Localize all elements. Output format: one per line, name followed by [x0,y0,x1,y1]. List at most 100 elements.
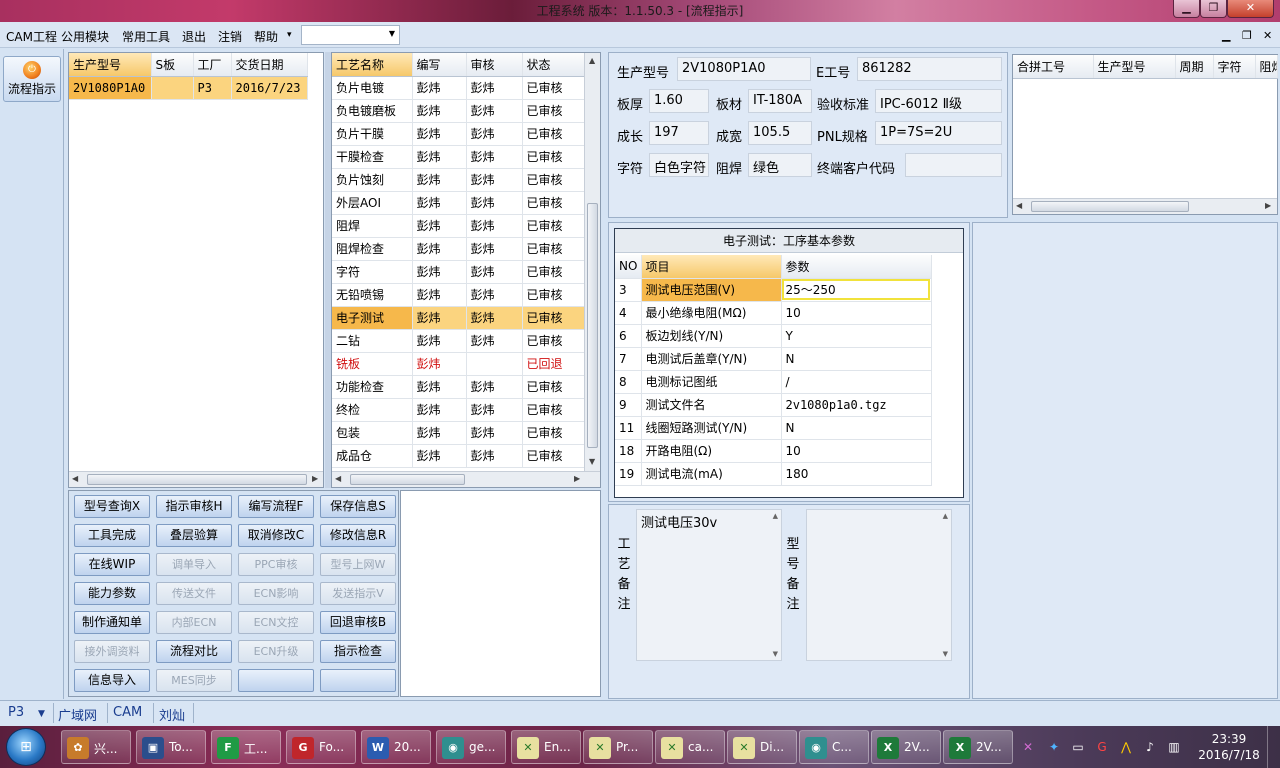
cell-item[interactable]: 最小绝缘电阻(MΩ) [641,301,782,325]
scroll-up-icon[interactable]: ▲ [589,56,595,65]
cell-no[interactable]: 4 [615,301,642,325]
cell-writer[interactable]: 彭炜 [412,421,467,445]
cell-item[interactable]: 测试电压范围(V) [641,278,782,302]
start-button[interactable]: ⊞ [6,728,46,766]
process-remark-textarea[interactable]: 测试电压30v ▲ ▼ [636,509,782,661]
table-row[interactable]: 4 最小绝缘电阻(MΩ) 10 [615,301,932,325]
cell-process[interactable]: 负片干膜 [332,122,413,146]
cell-value[interactable]: 10 [781,439,932,463]
instruction-check-button[interactable]: 指示检查 [320,640,396,663]
cell-process[interactable]: 终检 [332,398,413,422]
scroll-thumb[interactable] [350,474,465,485]
cell-reviewer[interactable]: 彭炜 [466,237,523,261]
table-row[interactable]: 18 开路电阻(Ω) 10 [615,439,932,463]
scroll-right-icon[interactable]: ▶ [574,474,580,483]
cell-status[interactable]: 已审核 [522,444,585,468]
col-header-writer[interactable]: 编写 [412,53,467,77]
scroll-thumb[interactable] [587,203,598,448]
col-header-model[interactable]: 生产型号 [1093,55,1176,79]
cell-value[interactable]: 180 [781,462,932,486]
cell-writer[interactable]: 彭炜 [412,306,467,330]
table-row-rejected[interactable]: 铣板 彭炜 已回退 [332,352,585,376]
col-header-process[interactable]: 工艺名称 [332,53,413,77]
network-icon[interactable]: ▥ [1166,739,1182,755]
process-grid-hscroll[interactable]: ◀ ▶ [332,471,600,487]
table-row[interactable]: 2V1080P1A0 P3 2016/7/23 [69,76,308,100]
cell-reviewer[interactable]: 彭炜 [466,306,523,330]
cell-item[interactable]: 开路电阻(Ω) [641,439,782,463]
task-button[interactable]: X 2V... [871,730,941,764]
table-row[interactable]: 8 电测标记图纸 / [615,370,932,394]
table-row[interactable]: 无铅喷锡 彭炜 彭炜 已审核 [332,283,585,307]
mdi-minimize-icon[interactable]: ▁ [1222,29,1230,42]
menu-common-module[interactable]: 公用模块 [61,28,109,45]
table-row[interactable]: 负片蚀刻 彭炜 彭炜 已审核 [332,168,585,192]
cell-process[interactable]: 铣板 [332,352,413,376]
cell-reviewer[interactable]: 彭炜 [466,76,523,100]
table-row[interactable]: 9 测试文件名 2v1080p1a0.tgz [615,393,932,417]
cell-reviewer[interactable]: 彭炜 [466,99,523,123]
cell-no[interactable]: 8 [615,370,642,394]
merge-grid-hscroll[interactable]: ◀ ▶ [1013,198,1277,214]
cell-status[interactable]: 已审核 [522,122,585,146]
cell-writer[interactable]: 彭炜 [412,214,467,238]
cell-writer[interactable]: 彭炜 [412,352,467,376]
scroll-down-icon[interactable]: ▼ [773,650,778,658]
col-header-char[interactable]: 字符 [1213,55,1256,79]
cell-item[interactable]: 测试文件名 [641,393,782,417]
col-header-no[interactable]: NO [615,255,642,279]
table-row[interactable]: 包装 彭炜 彭炜 已审核 [332,421,585,445]
nav-flow-button[interactable]: ⏻ 流程指示 [3,56,61,102]
modify-info-button[interactable]: 修改信息R [320,524,396,547]
table-row[interactable]: 阻焊 彭炜 彭炜 已审核 [332,214,585,238]
pnl-field[interactable]: 1P=7S=2U [875,121,1002,145]
cell-item[interactable]: 板边划线(Y/N) [641,324,782,348]
cell-no[interactable]: 3 [615,278,642,302]
table-row[interactable]: 外层AOI 彭炜 彭炜 已审核 [332,191,585,215]
mdi-close-icon[interactable]: ✕ [1263,29,1272,42]
stackup-check-button[interactable]: 叠层验算 [156,524,232,547]
table-row[interactable]: 19 测试电流(mA) 180 [615,462,932,486]
save-info-button[interactable]: 保存信息S [320,495,396,518]
cell-process[interactable]: 阻焊 [332,214,413,238]
send-instruction-button[interactable]: 发送指示V [320,582,396,605]
scroll-left-icon[interactable]: ◀ [72,474,78,483]
close-button[interactable]: ✕ [1227,0,1274,18]
cell-reviewer[interactable]: 彭炜 [466,283,523,307]
cell-writer[interactable]: 彭炜 [412,237,467,261]
length-field[interactable]: 197 [649,121,709,145]
maximize-button[interactable]: ❐ [1200,0,1227,18]
production-notice-button[interactable]: 制作通知单 [74,611,150,634]
cell-factory[interactable]: P3 [193,76,232,100]
col-header-factory[interactable]: 工厂 [193,53,232,77]
table-row[interactable]: 负片干膜 彭炜 彭炜 已审核 [332,122,585,146]
cell-process[interactable]: 电子测试 [332,306,413,330]
cell-no[interactable]: 19 [615,462,642,486]
process-grid-vscroll[interactable]: ▲ ▼ [584,53,600,471]
cell-status[interactable]: 已审核 [522,191,585,215]
table-row[interactable]: 二钻 彭炜 彭炜 已审核 [332,329,585,353]
table-row[interactable]: 7 电测试后盖章(Y/N) N [615,347,932,371]
cell-process[interactable]: 干膜检查 [332,145,413,169]
rollback-review-button[interactable]: 回退审核B [320,611,396,634]
table-row[interactable]: 终检 彭炜 彭炜 已审核 [332,398,585,422]
task-button[interactable]: ✕ Pr... [583,730,653,764]
review-instruction-button[interactable]: 指示审核H [156,495,232,518]
task-button[interactable]: X 2V... [943,730,1013,764]
cancel-edit-button[interactable]: 取消修改C [238,524,314,547]
model-grid-hscroll[interactable]: ◀ ▶ [69,471,323,487]
cell-model[interactable]: 2V1080P1A0 [69,76,152,100]
menu-exit[interactable]: 退出 [182,28,206,45]
cell-status[interactable]: 已审核 [522,168,585,192]
cell-reviewer[interactable]: 彭炜 [466,145,523,169]
import-order-button[interactable]: 调单导入 [156,553,232,576]
col-header-status[interactable]: 状态 [522,53,585,77]
ecn-impact-button[interactable]: ECN影响 [238,582,314,605]
cell-writer[interactable]: 彭炜 [412,283,467,307]
col-header-merge-no[interactable]: 合拼工号 [1013,55,1094,79]
cell-status[interactable]: 已审核 [522,214,585,238]
e-number-field[interactable]: 861282 [857,57,1002,81]
col-header-s[interactable]: S板 [151,53,194,77]
edit-flow-button[interactable]: 编写流程F [238,495,314,518]
cell-value[interactable]: Y [781,324,932,348]
